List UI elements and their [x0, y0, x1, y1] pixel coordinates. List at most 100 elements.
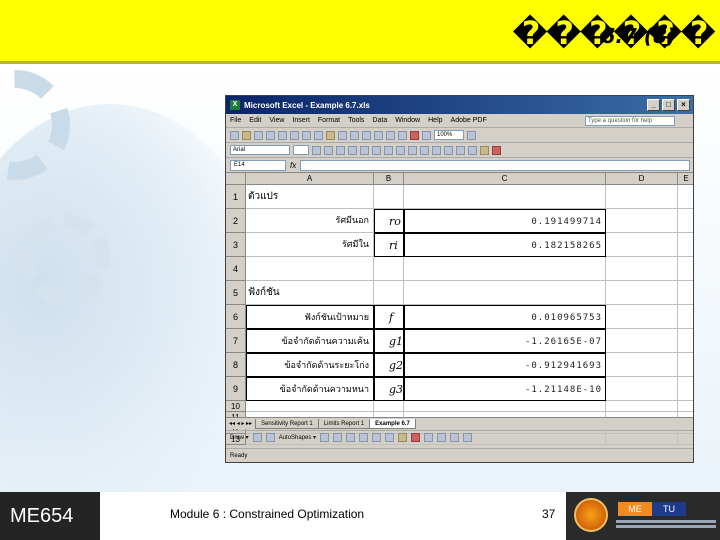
name-box[interactable]: E14	[230, 159, 286, 171]
cell-d8[interactable]	[606, 353, 678, 377]
cell-c4[interactable]	[404, 257, 606, 281]
cell-d6[interactable]	[606, 305, 678, 329]
column-header[interactable]: A	[246, 173, 374, 185]
cell-b2[interactable]: ro	[374, 209, 404, 233]
cell-c6[interactable]: 0.010965753	[404, 305, 606, 329]
cell-e1[interactable]	[678, 185, 693, 209]
cell-a8[interactable]: ข้อจำกัดด้านระยะโก่ง	[246, 353, 374, 377]
menu-insert[interactable]: Insert	[292, 117, 310, 124]
merge-icon[interactable]	[384, 145, 393, 155]
row-header[interactable]: 10	[226, 401, 246, 412]
cell-b3[interactable]: ri	[374, 233, 404, 257]
percent-icon[interactable]	[408, 145, 417, 155]
autoshapes-menu[interactable]: AutoShapes ▾	[279, 434, 316, 441]
line-color-icon[interactable]	[411, 433, 421, 442]
minimize-button[interactable]: _	[647, 99, 660, 111]
cell-b4[interactable]	[374, 257, 404, 281]
cell-a5[interactable]: ฟังก์ชัน	[246, 281, 374, 305]
cell-c10[interactable]	[404, 401, 606, 412]
excel-title-bar[interactable]: X Microsoft Excel - Example 6.7.xls _ □ …	[226, 96, 693, 114]
cell-b10[interactable]	[374, 401, 404, 412]
column-header[interactable]: E	[678, 173, 693, 185]
chart-wizard-icon[interactable]	[410, 130, 419, 140]
menu-data[interactable]: Data	[372, 117, 387, 124]
formula-input[interactable]	[300, 159, 690, 171]
cell-d7[interactable]	[606, 329, 678, 353]
print-icon[interactable]	[266, 130, 275, 140]
bold-icon[interactable]	[312, 145, 321, 155]
underline-icon[interactable]	[336, 145, 345, 155]
fill-color-icon[interactable]	[480, 145, 489, 155]
cell-c9[interactable]: -1.21148E-10	[404, 377, 606, 401]
cell-d1[interactable]	[606, 185, 678, 209]
zoom-select[interactable]: 100%	[434, 130, 464, 140]
help-search-input[interactable]: Type a question for help	[585, 115, 675, 126]
cell-b6[interactable]: f	[374, 305, 404, 329]
copy-icon[interactable]	[314, 130, 323, 140]
autosum-icon[interactable]	[374, 130, 383, 140]
cell-b1[interactable]	[374, 185, 404, 209]
tab-sensitivity-report[interactable]: Sensitivity Report 1	[255, 418, 319, 429]
align-center-icon[interactable]	[360, 145, 369, 155]
line-style-icon[interactable]	[437, 433, 447, 442]
cell-c5[interactable]	[404, 281, 606, 305]
column-header[interactable]: B	[374, 173, 404, 185]
undo-icon[interactable]	[338, 130, 347, 140]
menu-help[interactable]: Help	[428, 117, 442, 124]
fill-color-icon[interactable]	[398, 433, 408, 442]
hyperlink-icon[interactable]	[362, 130, 371, 140]
cell-b9[interactable]: g3	[374, 377, 404, 401]
menu-file[interactable]: File	[230, 117, 241, 124]
oval-icon[interactable]	[359, 433, 369, 442]
row-header[interactable]: 6	[226, 305, 246, 329]
excel-app-icon[interactable]: X	[230, 100, 240, 110]
cell-d9[interactable]	[606, 377, 678, 401]
comma-icon[interactable]	[420, 145, 429, 155]
cell-a4[interactable]	[246, 257, 374, 281]
select-all-corner[interactable]	[226, 173, 246, 185]
help-icon[interactable]	[467, 130, 476, 140]
cell-a7[interactable]: ข้อจำกัดด้านความเค้น	[246, 329, 374, 353]
tab-example-6-7[interactable]: Example 6.7	[369, 418, 416, 429]
cell-e6[interactable]	[678, 305, 693, 329]
column-header[interactable]: C	[404, 173, 606, 185]
cell-b7[interactable]: g1	[374, 329, 404, 353]
cell-a10[interactable]	[246, 401, 374, 412]
new-icon[interactable]	[230, 130, 239, 140]
line-icon[interactable]	[320, 433, 330, 442]
increase-decimal-icon[interactable]	[432, 145, 441, 155]
row-header[interactable]: 2	[226, 209, 246, 233]
close-button[interactable]: ×	[677, 99, 690, 111]
italic-icon[interactable]	[324, 145, 333, 155]
cell-d5[interactable]	[606, 281, 678, 305]
row-header[interactable]: 7	[226, 329, 246, 353]
sort-desc-icon[interactable]	[398, 130, 407, 140]
cell-e10[interactable]	[678, 401, 693, 412]
cell-a6[interactable]: ฟังก์ชันเป้าหมาย	[246, 305, 374, 329]
font-select[interactable]: Arial	[230, 145, 290, 155]
column-header[interactable]: D	[606, 173, 678, 185]
font-color-icon[interactable]	[424, 433, 434, 442]
cell-a3[interactable]: รัศมีใน	[246, 233, 374, 257]
wordart-icon[interactable]	[385, 433, 395, 442]
cell-d10[interactable]	[606, 401, 678, 412]
cell-c2[interactable]: 0.191499714	[404, 209, 606, 233]
align-left-icon[interactable]	[348, 145, 357, 155]
cell-a9[interactable]: ข้อจำกัดด้านความหนา	[246, 377, 374, 401]
shadow-icon[interactable]	[450, 433, 460, 442]
3d-icon[interactable]	[463, 433, 473, 442]
cell-e5[interactable]	[678, 281, 693, 305]
align-right-icon[interactable]	[372, 145, 381, 155]
rectangle-icon[interactable]	[346, 433, 356, 442]
maximize-button[interactable]: □	[662, 99, 675, 111]
cell-c8[interactable]: -0.912941693	[404, 353, 606, 377]
spelling-icon[interactable]	[290, 130, 299, 140]
row-header[interactable]: 5	[226, 281, 246, 305]
menu-format[interactable]: Format	[318, 117, 340, 124]
textbox-icon[interactable]	[372, 433, 382, 442]
row-header[interactable]: 8	[226, 353, 246, 377]
cell-b5[interactable]	[374, 281, 404, 305]
font-color-icon[interactable]	[492, 145, 501, 155]
cell-e9[interactable]	[678, 377, 693, 401]
cell-d4[interactable]	[606, 257, 678, 281]
